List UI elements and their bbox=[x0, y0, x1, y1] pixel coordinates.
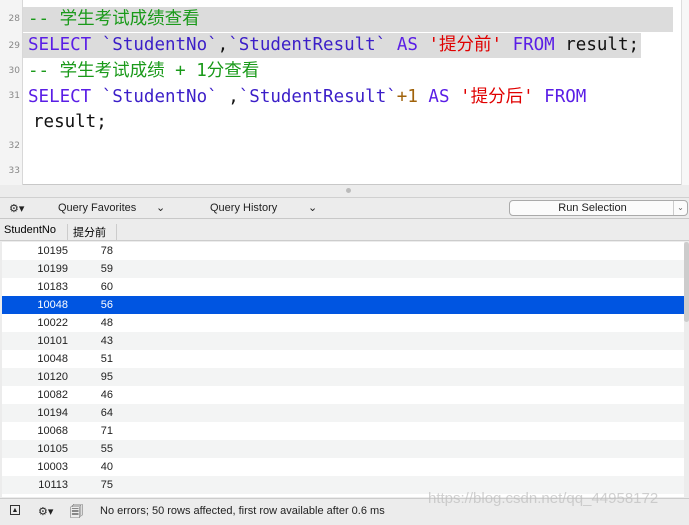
cell-studentno: 10199 bbox=[37, 263, 68, 275]
cell-score: 48 bbox=[100, 317, 113, 329]
cell-studentno: 10113 bbox=[38, 479, 68, 491]
cell-studentno: 10183 bbox=[37, 281, 68, 293]
toggle-panel-icon[interactable]: ▲ bbox=[10, 505, 20, 515]
chevron-down-icon: ⌄ bbox=[308, 202, 318, 214]
keyword: SELECT bbox=[28, 35, 92, 55]
splitter-handle[interactable] bbox=[0, 185, 689, 197]
string-literal: '提分前' bbox=[428, 35, 503, 55]
query-history-button[interactable]: Query History ⌄ bbox=[210, 202, 317, 214]
sql-comment: -- 学生考试成绩查看 bbox=[28, 9, 200, 29]
cell-score: 51 bbox=[100, 353, 113, 365]
column-header-score-before[interactable]: 提分前 bbox=[73, 224, 117, 241]
table-row[interactable]: 10048 56 bbox=[2, 296, 684, 314]
table-name: result; bbox=[565, 35, 640, 55]
code-line-31-wrap: result; bbox=[33, 110, 107, 135]
console-icon[interactable]: 🗐 bbox=[70, 503, 83, 525]
number-literal: +1 bbox=[396, 87, 418, 107]
line-number: 33 bbox=[8, 166, 20, 176]
line-number: 28 bbox=[8, 14, 20, 24]
table-row[interactable]: 10199 59 bbox=[2, 260, 684, 278]
identifier: `StudentNo` bbox=[101, 35, 218, 55]
line-number: 30 bbox=[8, 66, 20, 76]
cell-score: 60 bbox=[100, 281, 113, 293]
cell-studentno: 10048 bbox=[37, 299, 68, 311]
cell-score: 40 bbox=[100, 461, 113, 473]
comma: , bbox=[217, 87, 239, 107]
gear-menu-button[interactable]: ⚙▾ bbox=[9, 202, 24, 215]
cell-score: 43 bbox=[100, 335, 113, 347]
cell-studentno: 10003 bbox=[37, 461, 68, 473]
table-row[interactable]: 10101 43 bbox=[2, 332, 684, 350]
cell-studentno: 10022 bbox=[37, 317, 68, 329]
cell-score: 56 bbox=[100, 299, 113, 311]
gear-menu-button[interactable]: ⚙▾ bbox=[38, 505, 53, 518]
query-history-label: Query History bbox=[210, 202, 278, 214]
table-row[interactable]: 10048 51 bbox=[2, 350, 684, 368]
watermark: https://blog.csdn.net/qq_44958172 bbox=[428, 490, 659, 507]
identifier: `StudentResult` bbox=[238, 87, 397, 107]
cell-studentno: 10195 bbox=[37, 245, 68, 257]
cell-score: 71 bbox=[100, 425, 113, 437]
table-row[interactable]: 10082 46 bbox=[2, 386, 684, 404]
grip-icon bbox=[346, 188, 351, 193]
query-toolbar: ⚙▾ Query Favorites ⌄ Query History ⌄ Run… bbox=[0, 197, 689, 219]
results-table: 10195 78 10199 59 10183 60 10048 56 10022 48 10101… bbox=[2, 242, 684, 497]
table-name: result; bbox=[33, 112, 107, 132]
chevron-down-icon[interactable]: ⌄ bbox=[673, 201, 687, 215]
code-line-30: -- 学生考试成绩 + 1分查看 bbox=[28, 59, 259, 84]
table-row[interactable]: 10068 71 bbox=[2, 422, 684, 440]
results-header: StudentNo 提分前 bbox=[0, 220, 689, 241]
code-line-29: SELECT `StudentNo`,`StudentResult` AS '提… bbox=[23, 33, 642, 58]
keyword: AS bbox=[396, 35, 418, 55]
line-number: 32 bbox=[8, 141, 20, 151]
cell-studentno: 10101 bbox=[37, 335, 68, 347]
table-row[interactable]: 10022 48 bbox=[2, 314, 684, 332]
sql-comment: -- 学生考试成绩 + 1分查看 bbox=[28, 61, 260, 81]
keyword: FROM bbox=[512, 35, 555, 55]
table-row[interactable]: 10183 60 bbox=[2, 278, 684, 296]
code-line-28: -- 学生考试成绩查看 bbox=[23, 7, 673, 32]
cell-score: 75 bbox=[100, 479, 113, 491]
cell-studentno: 10194 bbox=[37, 407, 68, 419]
query-favorites-label: Query Favorites bbox=[58, 202, 137, 214]
comma: , bbox=[217, 35, 229, 55]
line-number: 29 bbox=[8, 41, 20, 51]
results-scrollbar[interactable] bbox=[684, 242, 689, 322]
string-literal: '提分后' bbox=[460, 87, 534, 107]
cell-score: 46 bbox=[100, 389, 113, 401]
chevron-down-icon: ⌄ bbox=[156, 202, 166, 214]
cell-studentno: 10120 bbox=[37, 371, 68, 383]
keyword: SELECT bbox=[28, 87, 92, 107]
table-row[interactable]: 10105 55 bbox=[2, 440, 684, 458]
run-selection-label: Run Selection bbox=[558, 202, 627, 214]
sql-editor[interactable]: 28 29 30 31 32 33 -- 学生考试成绩查看 SELECT `St… bbox=[0, 0, 689, 185]
code-line-31: SELECT `StudentNo` ,`StudentResult`+1 AS… bbox=[28, 85, 586, 110]
cell-score: 64 bbox=[100, 407, 113, 419]
keyword: FROM bbox=[544, 87, 587, 107]
editor-scrollbar[interactable] bbox=[681, 0, 689, 185]
table-row[interactable]: 10195 78 bbox=[2, 242, 684, 260]
table-row[interactable]: 10003 40 bbox=[2, 458, 684, 476]
cell-score: 95 bbox=[100, 371, 113, 383]
identifier: `StudentNo` bbox=[101, 87, 218, 107]
table-row[interactable]: 10194 64 bbox=[2, 404, 684, 422]
cell-score: 59 bbox=[100, 263, 113, 275]
query-favorites-button[interactable]: Query Favorites ⌄ bbox=[58, 202, 165, 214]
cell-studentno: 10048 bbox=[37, 353, 68, 365]
identifier: `StudentResult` bbox=[228, 35, 387, 55]
column-header-studentno[interactable]: StudentNo bbox=[4, 224, 68, 241]
line-number-gutter: 28 29 30 31 32 33 bbox=[0, 0, 23, 185]
cell-studentno: 10082 bbox=[37, 389, 68, 401]
line-number: 31 bbox=[8, 91, 20, 101]
status-message: No errors; 50 rows affected, first row a… bbox=[100, 505, 385, 517]
table-row[interactable]: 10120 95 bbox=[2, 368, 684, 386]
keyword: AS bbox=[428, 87, 450, 107]
cell-studentno: 10105 bbox=[37, 443, 68, 455]
cell-score: 55 bbox=[100, 443, 113, 455]
cell-score: 78 bbox=[100, 245, 113, 257]
run-selection-button[interactable]: Run Selection ⌄ bbox=[509, 200, 688, 216]
cell-studentno: 10068 bbox=[37, 425, 68, 437]
